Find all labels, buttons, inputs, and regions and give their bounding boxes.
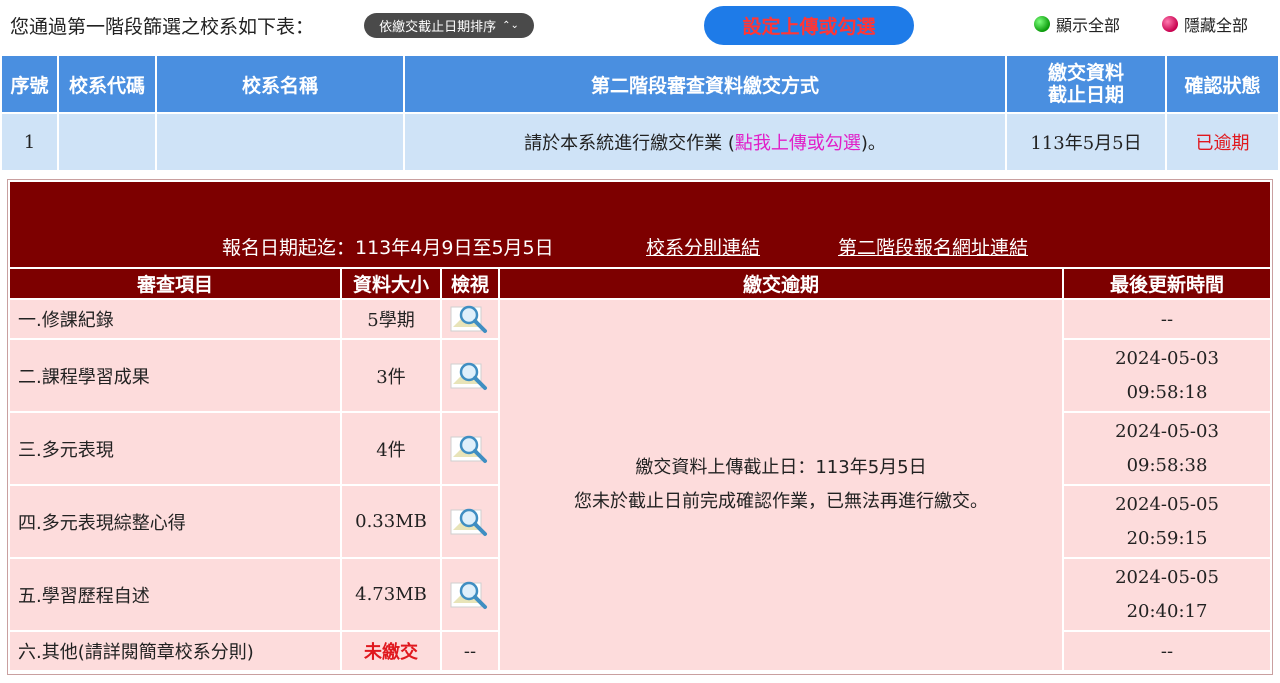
header-review-item: 審查項目 bbox=[10, 269, 340, 298]
method-prefix: 請於本系統進行繳交作業 ( bbox=[524, 133, 735, 154]
rules-link[interactable]: 校系分則連結 bbox=[646, 233, 760, 260]
updated-date: -- bbox=[1160, 308, 1174, 330]
updated-time: 2024-05-03 09:58:18 bbox=[1064, 340, 1270, 411]
updated-time: 2024-05-05 20:59:15 bbox=[1064, 486, 1270, 557]
table-row: 一.修課紀錄 5學期 繳交資料上傳截止日：113年5月5日 您未於截止日前完成確… bbox=[10, 300, 1270, 670]
view-cell: -- bbox=[442, 632, 498, 670]
header-updated: 最後更新時間 bbox=[1064, 269, 1270, 298]
header-row: 序號 校系代碼 校系名稱 第二階段審查資料繳交方式 繳交資料 截止日期 確認狀態 bbox=[2, 56, 1278, 112]
review-size: 4件 bbox=[342, 413, 440, 484]
review-size: 未繳交 bbox=[342, 632, 440, 670]
header-deadline: 繳交資料 截止日期 bbox=[1007, 56, 1165, 112]
green-dot-icon bbox=[1034, 16, 1050, 32]
review-header-row: 審查項目 資料大小 檢視 繳交逾期 最後更新時間 bbox=[10, 269, 1270, 298]
magnifier-icon[interactable] bbox=[449, 431, 491, 467]
hide-all-toggle[interactable]: 隱藏全部 bbox=[1162, 12, 1248, 36]
view-cell bbox=[442, 559, 498, 630]
magnifier-icon[interactable] bbox=[449, 358, 491, 394]
view-cell bbox=[442, 413, 498, 484]
registration-date: 報名日期起迄：113年4月9日至5月5日 bbox=[222, 237, 554, 259]
overdue-notice: 繳交資料上傳截止日：113年5月5日 您未於截止日前完成確認作業，已無法再進行繳… bbox=[500, 300, 1062, 670]
header-view: 檢視 bbox=[442, 269, 498, 298]
header-code: 校系代碼 bbox=[59, 56, 155, 112]
department-table: 序號 校系代碼 校系名稱 第二階段審查資料繳交方式 繳交資料 截止日期 確認狀態 … bbox=[0, 54, 1280, 172]
review-item: 三.多元表現 bbox=[10, 413, 340, 484]
method-suffix: )。 bbox=[860, 133, 886, 154]
review-size: 4.73MB bbox=[342, 559, 440, 630]
magnifier-icon[interactable] bbox=[449, 301, 491, 337]
notice-line-2: 您未於截止日前完成確認作業，已無法再進行繳交。 bbox=[574, 491, 988, 512]
review-item: 二.課程學習成果 bbox=[10, 340, 340, 411]
updated-time: 2024-05-03 09:58:38 bbox=[1064, 413, 1270, 484]
row-code bbox=[59, 114, 155, 170]
review-item: 五.學習歷程自述 bbox=[10, 559, 340, 630]
notice-line-1: 繳交資料上傳截止日：113年5月5日 bbox=[635, 457, 927, 478]
magnifier-icon[interactable] bbox=[449, 577, 491, 613]
row-name bbox=[157, 114, 403, 170]
row-method: 請於本系統進行繳交作業 (點我上傳或勾選)。 bbox=[405, 114, 1005, 170]
magnifier-icon[interactable] bbox=[449, 504, 491, 540]
review-item: 一.修課紀錄 bbox=[10, 300, 340, 338]
header-overdue: 繳交逾期 bbox=[500, 269, 1062, 298]
sort-label: 依繳交截止日期排序 bbox=[379, 20, 497, 35]
updated-time: 2024-05-05 20:40:17 bbox=[1064, 559, 1270, 630]
updated-time: -- bbox=[1064, 632, 1270, 670]
header-size: 資料大小 bbox=[342, 269, 440, 298]
header-name: 校系名稱 bbox=[157, 56, 403, 112]
intro-text: 您通過第一階段篩選之校系如下表： bbox=[10, 16, 315, 38]
set-upload-button[interactable]: 設定上傳或勾選 bbox=[704, 6, 914, 45]
updated-date: 2024-05-05 bbox=[1115, 493, 1219, 515]
review-size: 5學期 bbox=[342, 300, 440, 338]
view-cell bbox=[442, 486, 498, 557]
updated-time: -- bbox=[1064, 300, 1270, 338]
review-table: 審查項目 資料大小 檢視 繳交逾期 最後更新時間 一.修課紀錄 5學期 繳交資料… bbox=[8, 267, 1272, 672]
review-item: 四.多元表現綜整心得 bbox=[10, 486, 340, 557]
header-status: 確認狀態 bbox=[1167, 56, 1278, 112]
chevron-updown-icon: ⌃⌄ bbox=[502, 19, 519, 31]
row-status: 已逾期 bbox=[1167, 114, 1278, 170]
header-index: 序號 bbox=[2, 56, 57, 112]
review-size: 3件 bbox=[342, 340, 440, 411]
updated-clock: 09:58:18 bbox=[1126, 381, 1208, 403]
upload-link[interactable]: 點我上傳或勾選 bbox=[735, 133, 861, 154]
updated-date: -- bbox=[1160, 640, 1174, 662]
row-index: 1 bbox=[2, 114, 57, 170]
header-method: 第二階段審查資料繳交方式 bbox=[405, 56, 1005, 112]
hide-all-label: 隱藏全部 bbox=[1184, 16, 1249, 35]
updated-clock: 20:40:17 bbox=[1126, 600, 1208, 622]
updated-clock: 20:59:15 bbox=[1126, 527, 1208, 549]
view-cell bbox=[442, 340, 498, 411]
show-all-label: 顯示全部 bbox=[1056, 16, 1121, 35]
show-all-toggle[interactable]: 顯示全部 bbox=[1034, 12, 1120, 36]
stage2-link[interactable]: 第二階段報名網址連結 bbox=[838, 233, 1028, 260]
review-size: 0.33MB bbox=[342, 486, 440, 557]
red-dot-icon bbox=[1162, 16, 1178, 32]
updated-date: 2024-05-05 bbox=[1115, 566, 1219, 588]
updated-date: 2024-05-03 bbox=[1115, 347, 1219, 369]
sort-select[interactable]: 依繳交截止日期排序 ⌃⌄ bbox=[364, 13, 534, 38]
table-row: 1 請於本系統進行繳交作業 (點我上傳或勾選)。 113年5月5日 已逾期 bbox=[2, 114, 1278, 170]
updated-clock: 09:58:38 bbox=[1126, 454, 1208, 476]
panel-header: 報名日期起迄：113年4月9日至5月5日 校系分則連結 第二階段報名網址連結 bbox=[10, 182, 1270, 267]
review-panel: 報名日期起迄：113年4月9日至5月5日 校系分則連結 第二階段報名網址連結 審… bbox=[7, 179, 1273, 675]
top-bar: 您通過第一階段篩選之校系如下表： 依繳交截止日期排序 ⌃⌄ 設定上傳或勾選 顯示… bbox=[0, 0, 1280, 54]
view-cell bbox=[442, 300, 498, 338]
row-deadline: 113年5月5日 bbox=[1007, 114, 1165, 170]
updated-date: 2024-05-03 bbox=[1115, 420, 1219, 442]
review-item: 六.其他(請詳閱簡章校系分則) bbox=[10, 632, 340, 670]
